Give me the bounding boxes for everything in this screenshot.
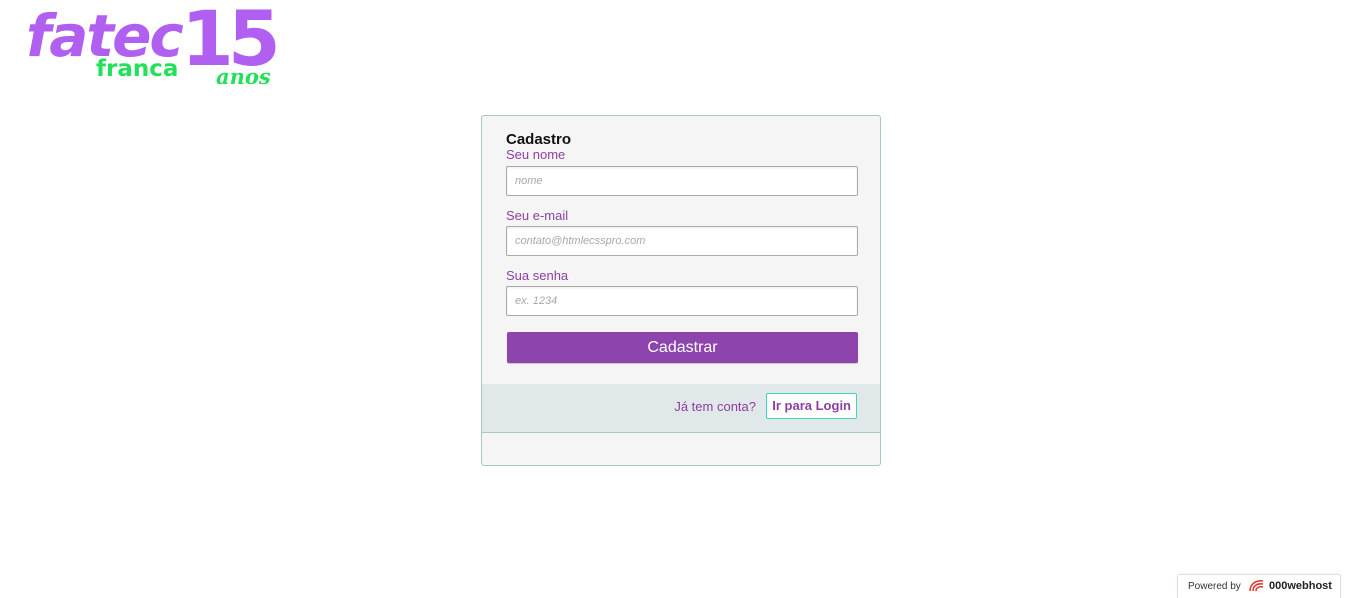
powered-by-text: Powered by	[1188, 581, 1241, 592]
email-label: Seu e-mail	[506, 208, 569, 223]
form-title: Cadastro	[506, 131, 572, 148]
webhost-logo-icon	[1247, 578, 1267, 597]
password-label: Sua senha	[506, 268, 569, 283]
email-input[interactable]	[506, 226, 858, 256]
name-label: Seu nome	[506, 147, 566, 162]
logo-suffix-text: anos	[216, 64, 271, 89]
password-input[interactable]	[506, 286, 858, 316]
signup-button[interactable]: Cadastrar	[507, 332, 858, 363]
powered-by-brand: 000webhost	[1269, 580, 1332, 592]
powered-by-badge[interactable]: Powered by 000webhost	[1177, 574, 1341, 598]
card-footer: Já tem conta? Ir para Login	[482, 384, 880, 433]
go-to-login-button[interactable]: Ir para Login	[766, 393, 857, 419]
fatec-logo: fatec franca 15 anos	[26, 0, 281, 89]
logo-city-text: franca	[96, 56, 179, 82]
has-account-text: Já tem conta?	[674, 399, 756, 414]
signup-card: Cadastro Seu nome Seu e-mail Sua senha C…	[481, 115, 881, 466]
name-input[interactable]	[506, 166, 858, 196]
